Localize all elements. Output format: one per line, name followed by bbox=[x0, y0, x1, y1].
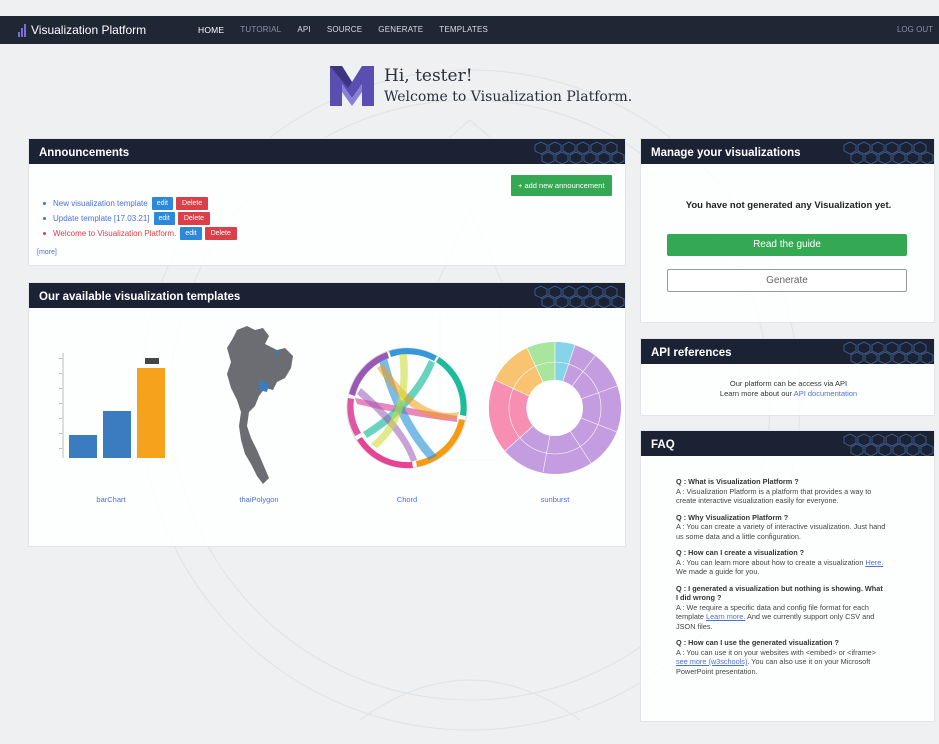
chord-diagram-thumbnail-icon bbox=[346, 347, 468, 469]
faq-answer: A : Visualization Platform is a platform… bbox=[676, 486, 872, 506]
faq-card: FAQ Q : What is Visualization Platform ?… bbox=[640, 430, 935, 722]
hex-pattern bbox=[534, 141, 625, 164]
faq-question: Q : I generated a visualization but noth… bbox=[676, 583, 883, 603]
template-label[interactable]: barChart bbox=[37, 495, 185, 504]
faq-w3schools-link[interactable]: see more (w3schools) bbox=[676, 657, 747, 666]
logout-link[interactable]: LOG OUT bbox=[897, 25, 933, 34]
template-barchart[interactable]: barChart bbox=[37, 308, 185, 523]
templates-card: Our available visualization templates ba… bbox=[28, 282, 626, 547]
brand[interactable]: Visualization Platform bbox=[18, 23, 188, 37]
template-label[interactable]: Chord bbox=[333, 495, 481, 504]
hex-pattern bbox=[843, 341, 934, 364]
nav-tutorial[interactable]: TUTORIAL bbox=[232, 25, 289, 35]
faq-item: Q : What is Visualization Platform ? A :… bbox=[676, 477, 886, 506]
edit-button[interactable]: edit bbox=[153, 212, 175, 225]
bar-chart-icon bbox=[18, 23, 26, 37]
announcement-link[interactable]: Welcome to Visualization Platform. bbox=[53, 229, 176, 238]
api-header: API references bbox=[641, 339, 934, 364]
faq-question: Q : How can I create a visualization ? bbox=[676, 548, 805, 557]
bullet-icon bbox=[43, 232, 46, 235]
faq-answer-tail: We made a guide for you. bbox=[676, 567, 760, 576]
manage-card: Manage your visualizations You have not … bbox=[640, 138, 935, 323]
template-label[interactable]: sunburst bbox=[481, 495, 629, 504]
faq-question: Q : What is Visualization Platform ? bbox=[676, 477, 799, 486]
faq-answer: A : You can learn more about how to crea… bbox=[676, 557, 864, 567]
list-item: Welcome to Visualization Platform. edit … bbox=[43, 226, 237, 241]
thailand-map-thumbnail-icon bbox=[227, 326, 293, 484]
api-documentation-link[interactable]: API documentation bbox=[794, 389, 857, 398]
faq-question: Q : Why Visualization Platform ? bbox=[676, 512, 789, 522]
announcement-link[interactable]: New visualization template bbox=[53, 199, 148, 208]
faq-question: Q : How can I use the generated visualiz… bbox=[676, 638, 839, 647]
templates-header: Our available visualization templates bbox=[29, 283, 625, 308]
platform-logo bbox=[330, 66, 374, 106]
announcement-link[interactable]: Update template [17.03.21] bbox=[53, 214, 150, 223]
nav-templates[interactable]: TEMPLATES bbox=[431, 25, 496, 35]
api-card: API references Our platform can be acces… bbox=[640, 338, 935, 416]
hex-pattern bbox=[843, 141, 934, 164]
edit-button[interactable]: edit bbox=[180, 227, 202, 240]
nav-api[interactable]: API bbox=[289, 25, 319, 35]
manage-header: Manage your visualizations bbox=[641, 139, 934, 164]
nav-source[interactable]: SOURCE bbox=[319, 25, 370, 35]
read-guide-button[interactable]: Read the guide bbox=[667, 234, 907, 256]
generate-button[interactable]: Generate bbox=[667, 269, 907, 292]
hex-pattern bbox=[843, 433, 934, 456]
template-chord[interactable]: Chord bbox=[333, 308, 481, 523]
nav-home[interactable]: HOME bbox=[190, 25, 232, 35]
bar-chart-thumbnail-icon bbox=[59, 353, 165, 458]
delete-button[interactable]: Delete bbox=[176, 197, 209, 210]
announcements-title: Announcements bbox=[39, 147, 130, 159]
api-line-1: Our platform can be access via API bbox=[729, 379, 848, 388]
api-title: API references bbox=[651, 347, 732, 359]
faq-list: Q : What is Visualization Platform ? A :… bbox=[676, 477, 886, 683]
faq-item: Q : How can I use the generated visualiz… bbox=[676, 638, 886, 676]
announcements-card: Announcements + add new announcement New… bbox=[28, 138, 626, 266]
brand-name: Visualization Platform bbox=[31, 23, 147, 37]
api-line-2: Learn more about our bbox=[719, 389, 793, 398]
nav-generate[interactable]: GENERATE bbox=[370, 25, 431, 35]
faq-item: Q : How can I create a visualization ? A… bbox=[676, 548, 886, 577]
delete-button[interactable]: Delete bbox=[177, 212, 211, 225]
add-announcement-button[interactable]: + add new announcement bbox=[511, 175, 612, 196]
list-item: New visualization template edit Delete bbox=[43, 196, 237, 211]
list-item: Update template [17.03.21] edit Delete bbox=[43, 211, 237, 226]
faq-answer: A : You can use it on your websites with… bbox=[676, 647, 876, 657]
bullet-icon bbox=[43, 217, 46, 220]
top-navbar: Visualization Platform HOME TUTORIAL API… bbox=[0, 16, 939, 44]
faq-learn-more-link[interactable]: Learn more. bbox=[706, 612, 745, 621]
template-label[interactable]: thaiPolygon bbox=[185, 495, 333, 504]
delete-button[interactable]: Delete bbox=[204, 227, 237, 240]
faq-header: FAQ bbox=[641, 431, 934, 456]
template-thaipolygon[interactable]: thaiPolygon bbox=[185, 308, 333, 523]
bullet-icon bbox=[43, 202, 46, 205]
faq-item: Q : Why Visualization Platform ? A : You… bbox=[676, 513, 886, 542]
faq-title: FAQ bbox=[651, 439, 675, 451]
welcome-subtitle: Welcome to Visualization Platform. bbox=[384, 88, 633, 105]
templates-title: Our available visualization templates bbox=[39, 291, 241, 303]
edit-button[interactable]: edit bbox=[151, 197, 174, 210]
api-description: Our platform can be access via API Learn… bbox=[641, 379, 936, 399]
welcome-banner: Hi, tester! Welcome to Visualization Pla… bbox=[328, 62, 632, 110]
empty-state-message: You have not generated any Visualization… bbox=[685, 200, 892, 211]
faq-item: Q : I generated a visualization but noth… bbox=[676, 584, 886, 632]
more-link[interactable]: [more] bbox=[37, 249, 57, 256]
sunburst-thumbnail-icon bbox=[488, 341, 622, 474]
template-sunburst[interactable]: sunburst bbox=[481, 308, 629, 523]
greeting: Hi, tester! bbox=[384, 65, 473, 86]
announcement-list: New visualization template edit Delete U… bbox=[43, 196, 237, 241]
faq-guide-link[interactable]: Here. bbox=[865, 558, 883, 567]
announcements-header: Announcements bbox=[29, 139, 625, 164]
hex-pattern bbox=[534, 285, 625, 308]
faq-answer: A : You can create a variety of interact… bbox=[676, 522, 886, 541]
